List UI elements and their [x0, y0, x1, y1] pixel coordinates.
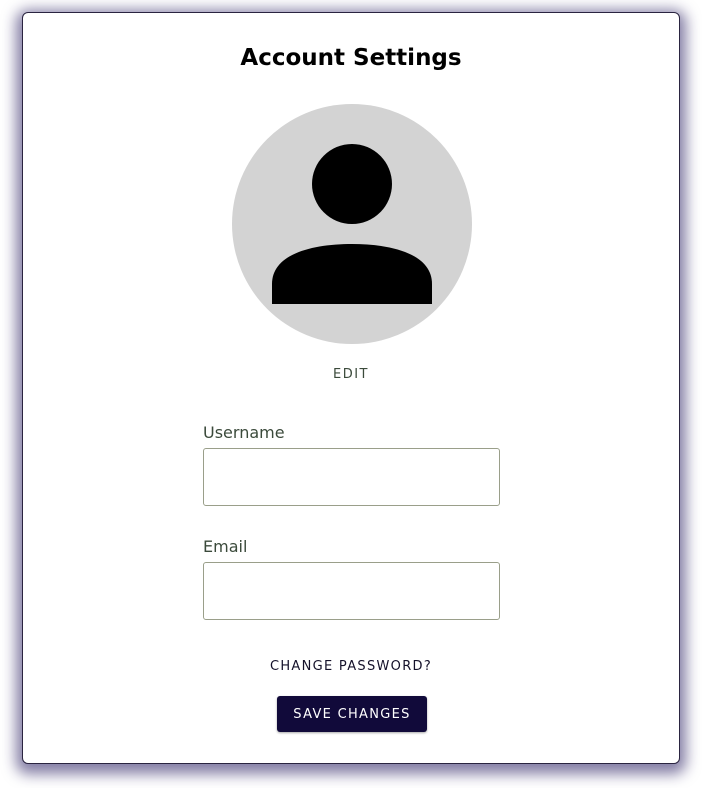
account-settings-card: Account Settings EDIT Username Email CHA…: [22, 12, 680, 764]
email-label: Email: [203, 537, 248, 556]
page-title: Account Settings: [240, 45, 462, 71]
edit-avatar-link[interactable]: EDIT: [23, 367, 679, 382]
username-label: Username: [203, 423, 285, 442]
email-input[interactable]: [203, 562, 500, 620]
change-password-link[interactable]: CHANGE PASSWORD?: [23, 659, 679, 674]
username-input[interactable]: [203, 448, 500, 506]
user-silhouette-icon: [272, 144, 432, 304]
save-changes-button[interactable]: SAVE CHANGES: [277, 696, 427, 732]
avatar: [232, 104, 472, 344]
